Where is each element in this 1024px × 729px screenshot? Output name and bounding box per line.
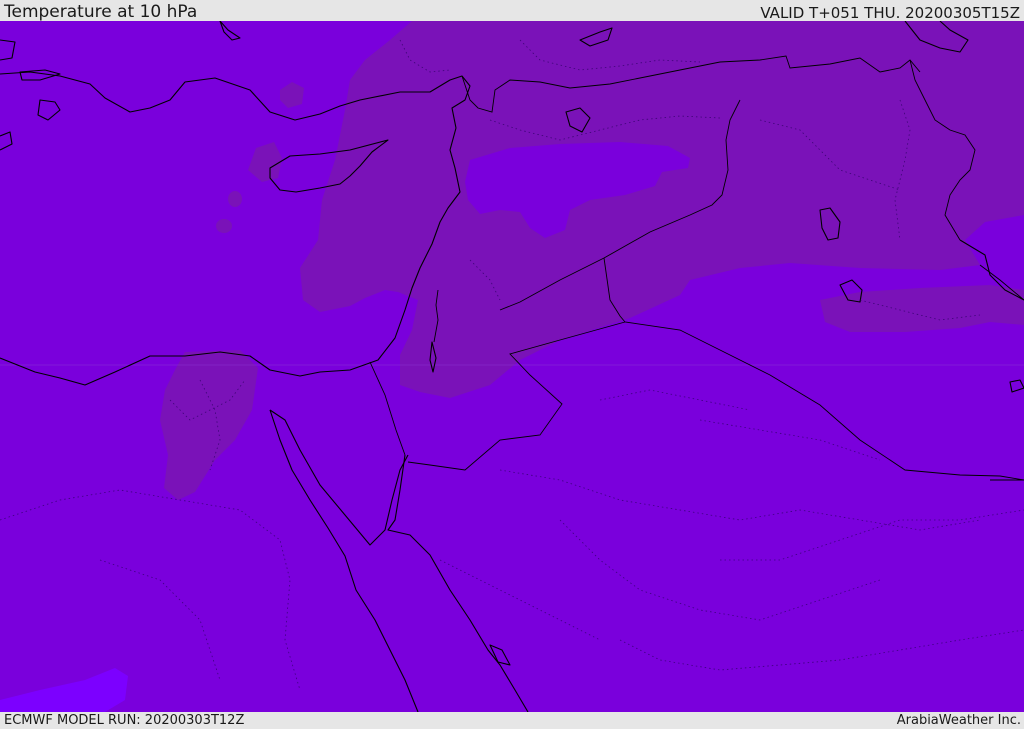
credit-label: ArabiaWeather Inc. <box>896 713 1021 728</box>
map-title: Temperature at 10 hPa <box>4 2 198 22</box>
header-bar: Temperature at 10 hPa VALID T+051 THU. 2… <box>0 0 1024 21</box>
warm-patch-small-1 <box>228 191 242 207</box>
warm-patch-small-2 <box>216 219 232 233</box>
temperature-map[interactable] <box>0 21 1024 712</box>
valid-time: VALID T+051 THU. 20200305T15Z <box>760 4 1020 22</box>
map-canvas <box>0 21 1024 712</box>
model-run-label: ECMWF MODEL RUN: 20200303T12Z <box>4 713 245 728</box>
footer-bar: ECMWF MODEL RUN: 20200303T12Z ArabiaWeat… <box>0 712 1024 729</box>
